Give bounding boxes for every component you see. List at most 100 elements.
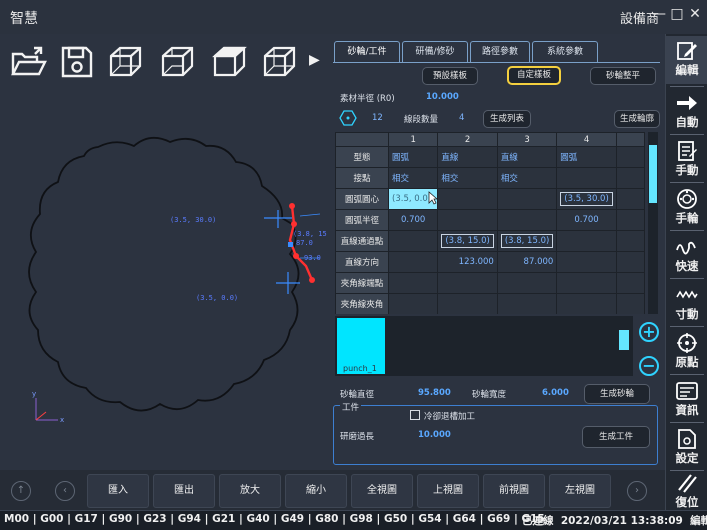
punch-scroll-thumb[interactable] bbox=[619, 330, 629, 350]
table-scroll-thumb[interactable] bbox=[649, 145, 657, 203]
toolbar-more-icon[interactable]: ▶ bbox=[309, 52, 320, 68]
material-radius-value[interactable]: 10.000 bbox=[426, 92, 459, 102]
menu-jog[interactable]: 寸動 bbox=[666, 280, 707, 328]
generate-workpiece-button[interactable]: 生成工件 bbox=[582, 426, 650, 448]
profile-canvas[interactable]: y x (3.5, 30.0) (3.5, 0.0) (3.8, 15 87.0… bbox=[0, 84, 330, 470]
table-cell[interactable] bbox=[496, 272, 558, 294]
tab-wheel-workpiece[interactable]: 砂輪/工件 bbox=[334, 41, 400, 63]
cube-view-3-icon[interactable] bbox=[210, 44, 248, 80]
cube-view-2-icon[interactable] bbox=[158, 44, 196, 80]
table-cell[interactable] bbox=[615, 167, 645, 189]
zoom-in-button[interactable]: 放大 bbox=[219, 474, 281, 508]
table-cell[interactable]: 0.700 bbox=[388, 209, 439, 231]
scroll-right-icon[interactable]: › bbox=[627, 481, 647, 501]
table-cell[interactable] bbox=[388, 293, 439, 314]
full-view-button[interactable]: 全視圖 bbox=[351, 474, 413, 508]
left-view-button[interactable]: 左視圖 bbox=[549, 474, 611, 508]
table-cell[interactable] bbox=[556, 230, 617, 252]
wheel-width-value[interactable]: 6.000 bbox=[542, 388, 569, 398]
menu-origin[interactable]: 原點 bbox=[666, 328, 707, 376]
menu-reset[interactable]: 復位 bbox=[666, 472, 707, 510]
save-icon[interactable] bbox=[58, 44, 96, 80]
table-cell[interactable] bbox=[556, 251, 617, 273]
generate-wheel-button[interactable]: 生成砂輪 bbox=[584, 384, 650, 404]
table-cell[interactable]: 87.000 bbox=[496, 251, 558, 273]
table-cell[interactable]: 圓弧 bbox=[556, 146, 617, 168]
table-cell[interactable] bbox=[615, 293, 645, 314]
tab-system-params[interactable]: 系統參數 bbox=[532, 41, 598, 63]
table-cell[interactable]: 相交 bbox=[496, 167, 558, 189]
scroll-up-icon[interactable]: ↑ bbox=[11, 481, 31, 501]
table-cell[interactable]: (3.8, 15.0) bbox=[496, 230, 558, 252]
wheel-dress-button[interactable]: 砂輪整平 bbox=[590, 67, 656, 85]
top-view-button[interactable]: 上視圖 bbox=[417, 474, 479, 508]
table-cell[interactable] bbox=[615, 146, 645, 168]
cube-view-4-icon[interactable] bbox=[260, 44, 298, 80]
table-cell[interactable] bbox=[615, 188, 645, 210]
zoom-out-button[interactable]: 縮小 bbox=[285, 474, 347, 508]
table-cell[interactable] bbox=[615, 230, 645, 252]
table-cell[interactable]: 直線 bbox=[437, 146, 498, 168]
table-cell[interactable]: 相交 bbox=[388, 167, 439, 189]
table-cell[interactable] bbox=[615, 272, 645, 294]
table-cell[interactable]: 圓弧 bbox=[388, 146, 439, 168]
segment-count-value[interactable]: 4 bbox=[459, 113, 464, 123]
tab-path-params[interactable]: 路徑參數 bbox=[470, 41, 530, 63]
table-cell[interactable] bbox=[388, 251, 439, 273]
table-cell[interactable]: 直線 bbox=[496, 146, 558, 168]
coolant-checkbox[interactable] bbox=[410, 410, 420, 420]
table-cell[interactable] bbox=[556, 293, 617, 314]
close-button[interactable]: ✕ bbox=[688, 6, 702, 22]
table-cell[interactable] bbox=[556, 167, 617, 189]
table-cell[interactable] bbox=[437, 293, 498, 314]
cube-view-1-icon[interactable] bbox=[106, 44, 144, 80]
custom-template-button[interactable]: 自定樣板 bbox=[507, 66, 561, 85]
menu-divider bbox=[670, 230, 704, 231]
table-cell[interactable] bbox=[437, 272, 498, 294]
table-cell[interactable]: 0.700 bbox=[556, 209, 617, 231]
origin-target-icon bbox=[677, 333, 697, 353]
remove-punch-button[interactable]: − bbox=[639, 356, 659, 376]
table-cell[interactable] bbox=[437, 209, 498, 231]
maximize-button[interactable]: □ bbox=[670, 6, 684, 22]
menu-edit[interactable]: 編輯 bbox=[666, 36, 707, 84]
mouse-cursor-icon bbox=[428, 190, 439, 205]
table-cell[interactable] bbox=[437, 188, 498, 210]
table-cell[interactable]: 123.000 bbox=[437, 251, 498, 273]
table-cell[interactable]: 相交 bbox=[437, 167, 498, 189]
menu-manual[interactable]: 手動 bbox=[666, 136, 707, 184]
import-button[interactable]: 匯入 bbox=[87, 474, 149, 508]
menu-fast[interactable]: 快速 bbox=[666, 232, 707, 280]
wheel-diameter-value[interactable]: 95.800 bbox=[418, 388, 451, 398]
front-view-button[interactable]: 前視圖 bbox=[483, 474, 545, 508]
tab-dressing[interactable]: 研備/修砂 bbox=[402, 41, 468, 63]
table-cell[interactable] bbox=[388, 230, 439, 252]
menu-auto[interactable]: 自動 bbox=[666, 88, 707, 136]
preset-template-button[interactable]: 預設樣板 bbox=[422, 67, 478, 85]
table-cell[interactable] bbox=[556, 272, 617, 294]
generate-profile-button[interactable]: 生成輪廓 bbox=[614, 110, 660, 128]
table-cell[interactable] bbox=[496, 188, 558, 210]
table-cell[interactable]: (3.8, 15.0) bbox=[437, 230, 498, 252]
menu-settings[interactable]: 設定 bbox=[666, 424, 707, 472]
menu-settings-label: 設定 bbox=[675, 451, 699, 465]
table-cell[interactable] bbox=[388, 272, 439, 294]
open-folder-icon[interactable] bbox=[10, 44, 48, 80]
menu-auto-label: 自動 bbox=[675, 115, 699, 129]
gcode-status: M00 | G00 | G17 | G90 | G23 | G94 | G21 … bbox=[4, 513, 545, 525]
hexagon-icon[interactable] bbox=[339, 110, 357, 126]
table-cell[interactable] bbox=[615, 209, 645, 231]
table-cell[interactable] bbox=[496, 293, 558, 314]
generate-list-button[interactable]: 生成列表 bbox=[483, 110, 531, 128]
table-cell[interactable] bbox=[615, 251, 645, 273]
minimize-button[interactable]: — bbox=[652, 6, 666, 22]
export-button[interactable]: 匯出 bbox=[153, 474, 215, 508]
table-cell[interactable] bbox=[496, 209, 558, 231]
menu-handwheel[interactable]: 手輪 bbox=[666, 184, 707, 232]
scroll-left-icon[interactable]: ‹ bbox=[55, 481, 75, 501]
grind-length-value[interactable]: 10.000 bbox=[418, 430, 451, 440]
table-row: 型態 圓弧 直線 直線 圓弧 bbox=[335, 146, 645, 168]
table-cell[interactable]: (3.5, 30.0) bbox=[556, 188, 617, 210]
add-punch-button[interactable]: + bbox=[639, 322, 659, 342]
menu-info[interactable]: 資訊 bbox=[666, 376, 707, 424]
